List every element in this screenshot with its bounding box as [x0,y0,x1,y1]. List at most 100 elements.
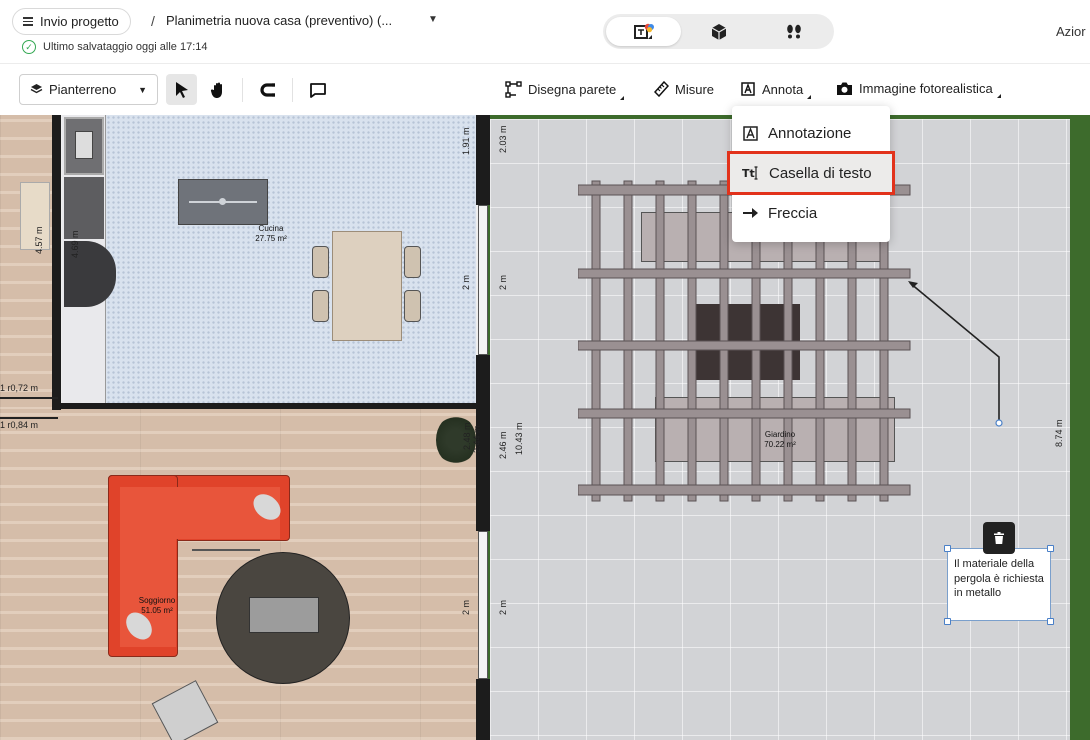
wall [476,115,490,205]
annotation-arrow[interactable] [900,275,1010,435]
resize-handle[interactable] [1047,618,1054,625]
pan-tool-button[interactable] [203,74,234,105]
menu-item-arrow[interactable]: Freccia [732,193,890,233]
room-name: Cucina [258,224,284,233]
chevron-down-icon[interactable]: ▼ [428,14,438,25]
view-3d-button[interactable] [681,17,756,46]
annotation-icon [743,125,758,141]
dimension-label: 2 m [498,599,508,615]
annotate-icon [741,82,755,96]
resize-handle[interactable] [944,545,951,552]
layers-icon [30,84,43,94]
menu-item-label: Casella di testo [769,164,872,182]
wall [60,403,478,409]
project-menu-button[interactable]: Invio progetto [12,8,131,35]
room-area: 51.05 m² [141,606,173,615]
dimension-label: 2 m [498,274,508,290]
draw-wall-label: Disegna parete [528,82,617,97]
window [478,205,488,355]
room-label-kitchen: Cucina 27.75 m² [246,224,296,244]
view-mode-switch [603,14,834,49]
editor-toolbar: Pianterreno ▼ Disegna parete Misure Anno… [0,64,1090,115]
pointer-arrow-icon [175,81,188,98]
dimension-label: 1 r0,72 m [0,383,39,393]
ruler-icon [654,81,669,97]
view-walkthrough-button[interactable] [756,17,831,46]
floor-select[interactable]: Pianterreno ▼ [19,74,158,105]
dimension-label: 1 r0,84 m [0,420,39,430]
chevron-down-icon: ▼ [138,84,147,95]
toolbar-separator [242,78,243,102]
dimension-label: 4.57 m [34,226,44,254]
dining-chair [312,246,329,278]
tv-stand [192,549,260,551]
hamburger-icon [23,15,33,28]
measures-label: Misure [675,81,715,97]
view-2d-button[interactable] [606,17,681,46]
magnet-icon [259,82,275,97]
floorplan-2d-icon [633,23,654,39]
magnet-tool-button[interactable] [252,74,283,105]
delete-button[interactable] [983,522,1015,554]
check-circle-icon: ✓ [22,40,36,54]
photoreal-image-button[interactable]: Immagine fotorealistica [836,81,1001,98]
dimension-label: 2.03 m [498,125,508,153]
room-area: 27.75 m² [255,234,287,243]
kitchen-island [178,179,268,225]
annotate-button[interactable]: Annota [740,81,812,99]
wall-nodes-icon [505,81,522,98]
coffee-table [249,597,319,633]
menu-item-textbox[interactable]: Tt Casella di testo [727,151,895,195]
trash-icon [994,532,1004,544]
comment-icon [309,82,326,98]
footsteps-icon [786,24,801,38]
app-header: Invio progetto / Planimetria nuova casa … [0,0,1090,64]
dining-chair [312,290,329,322]
menu-item-label: Annotazione [768,124,852,142]
submenu-indicator-icon [620,96,625,100]
breadcrumb-separator: / [151,13,155,29]
menu-item-label: Freccia [768,204,818,222]
dimension-label: 2 m [461,599,471,615]
save-status-text: Ultimo salvataggio oggi alle 17:14 [43,41,208,53]
toolbar-separator [292,78,293,102]
menu-item-annotation[interactable]: Annotazione [732,113,890,153]
room-area: 70.22 m² [764,440,796,449]
room-name: Soggiorno [138,596,176,605]
annotate-dropdown-menu: Annotazione Tt Casella di testo Freccia [727,106,895,242]
cube-3d-icon [711,23,726,40]
dimension-line [0,397,58,399]
camera-icon [837,82,852,95]
floorplan-canvas[interactable]: Cucina 27.75 m² Giardino 70.22 m² Soggio… [0,115,1090,740]
dimension-label: 2.44 m [472,425,482,453]
room-label-living: Soggiorno 51.05 m² [130,596,184,616]
svg-text:Tt: Tt [742,167,755,180]
resize-handle[interactable] [1047,545,1054,552]
dining-table [332,231,402,341]
dining-chair [404,246,421,278]
photoreal-image-label: Immagine fotorealistica [859,81,993,96]
draw-wall-button[interactable]: Disegna parete [505,81,625,100]
hand-icon [210,82,222,98]
annotation-text: Il materiale della pergola è richiesta i… [954,558,1044,599]
dimension-label: 10.43 m [514,422,524,455]
measures-button[interactable]: Misure [654,81,714,97]
actions-menu[interactable]: Azior [1056,24,1086,39]
submenu-indicator-icon [807,95,812,99]
arrow-right-icon [743,208,758,218]
dimension-label: 4.69 m [70,230,80,258]
hallway-floor [0,115,60,410]
project-menu-label: Invio progetto [40,14,119,29]
resize-handle[interactable] [944,618,951,625]
project-title[interactable]: Planimetria nuova casa (preventivo) (... [166,13,392,28]
select-tool-button[interactable] [166,74,197,105]
save-status: ✓ Ultimo salvataggio oggi alle 17:14 [22,40,208,54]
wall [52,115,61,410]
comment-tool-button[interactable] [302,74,333,105]
dimension-line [0,417,58,419]
room-label-garden: Giardino 70.22 m² [752,430,808,450]
dimension-label: 1.91 m [461,127,471,155]
annotation-textbox[interactable]: Il materiale della pergola è richiesta i… [947,548,1051,621]
floor-select-label: Pianterreno [49,82,117,97]
dimension-label: 2.46 m [498,431,508,459]
